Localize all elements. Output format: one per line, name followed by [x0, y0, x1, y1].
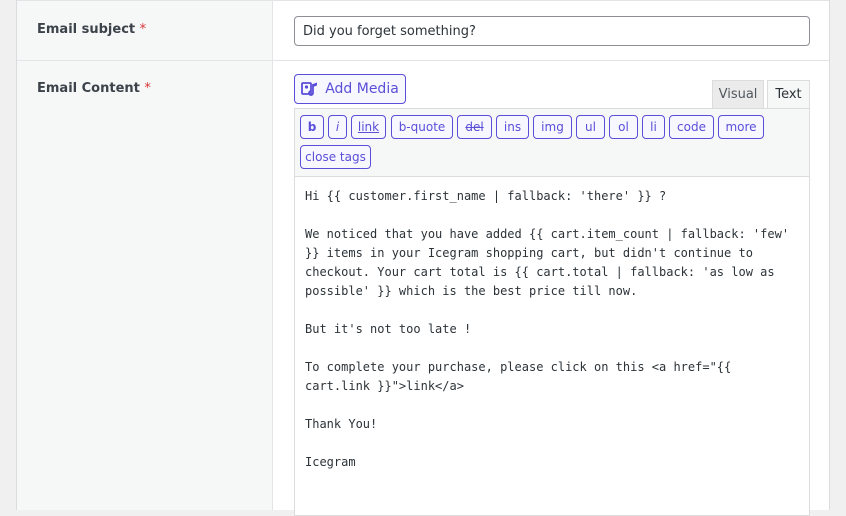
add-media-button[interactable]: Add Media [294, 74, 406, 104]
required-mark: * [139, 22, 147, 37]
media-icon [301, 80, 319, 98]
quicktag-ol-button[interactable]: ol [609, 115, 638, 139]
quicktag-more-button[interactable]: more [718, 115, 764, 139]
quicktag-close-tags-button[interactable]: close tags [300, 145, 371, 169]
add-media-label: Add Media [325, 81, 399, 97]
email-content-textarea[interactable]: Hi {{ customer.first_name | fallback: 't… [294, 176, 810, 516]
quicktag-li-button[interactable]: li [642, 115, 665, 139]
tab-visual[interactable]: Visual [712, 80, 764, 108]
required-mark: * [144, 81, 151, 96]
divider [17, 60, 829, 61]
quicktag-code-button[interactable]: code [669, 115, 714, 139]
email-subject-label-text: Email subject [37, 22, 136, 37]
quicktag-bold-button[interactable]: b [300, 115, 324, 139]
settings-panel: Email subject * Email Content * Add Medi… [16, 0, 830, 516]
quicktag-blockquote-button[interactable]: b-quote [391, 115, 453, 139]
quicktag-link-button[interactable]: link [351, 115, 386, 139]
quicktag-img-button[interactable]: img [533, 115, 572, 139]
email-content-label-text: Email Content [37, 81, 140, 96]
quicktag-ins-button[interactable]: ins [496, 115, 529, 139]
email-subject-label: Email subject * [37, 22, 146, 37]
label-column [17, 0, 273, 510]
quicktags-toolbar: b i link b-quote del ins img ul ol li co… [294, 108, 810, 176]
email-content-label: Email Content * [37, 81, 151, 96]
divider [17, 0, 829, 1]
email-subject-input[interactable] [294, 16, 810, 46]
quicktag-ul-button[interactable]: ul [576, 115, 605, 139]
quicktag-italic-button[interactable]: i [328, 115, 347, 139]
tab-text[interactable]: Text [767, 80, 810, 108]
quicktag-del-button[interactable]: del [457, 115, 492, 139]
